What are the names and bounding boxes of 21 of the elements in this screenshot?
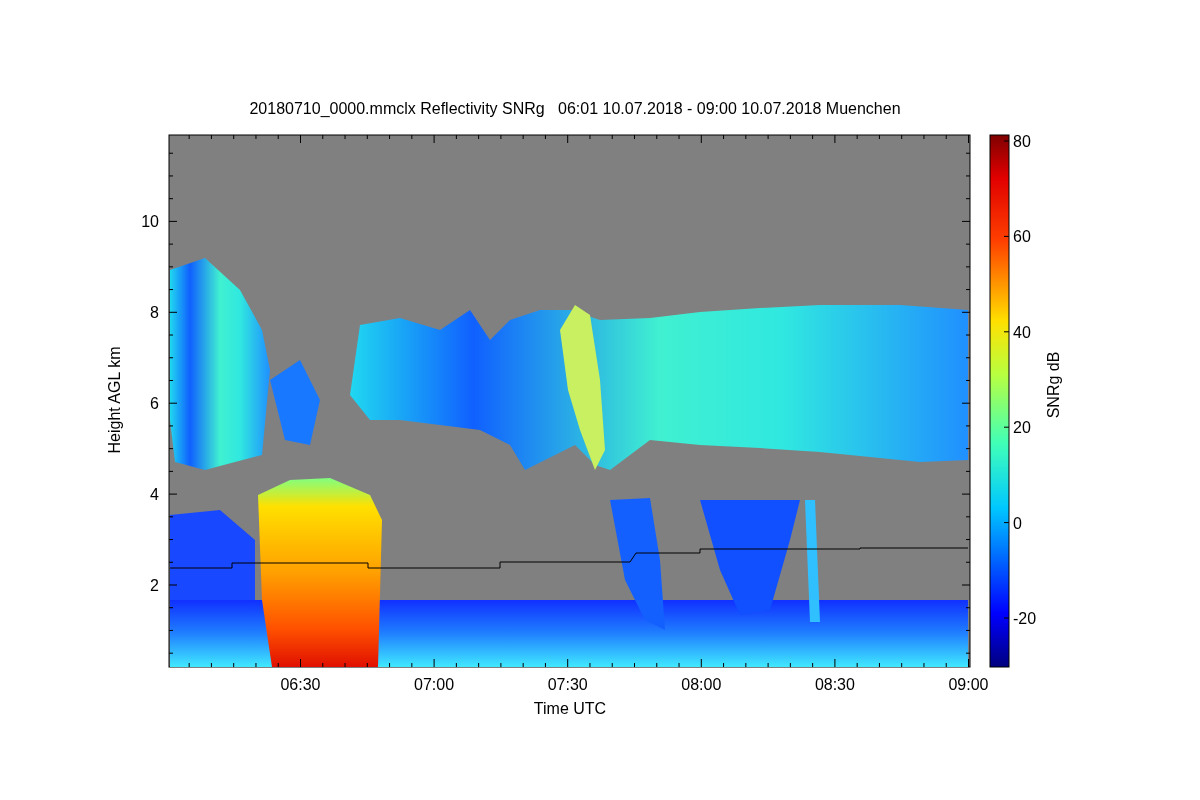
x-tick-label: 07:30 — [547, 676, 588, 693]
chart-title: 20180710_0000.mmclx Reflectivity SNRg 06:01 10.07.2018 - 09:00 10.07.2018 Muenchen — [249, 100, 901, 117]
colorbar-label: SNRg dB — [1045, 351, 1062, 419]
colorbar-tick-label: 40 — [1013, 323, 1031, 341]
y-tick-label: 8 — [150, 304, 159, 322]
colorbar-tick-label: 20 — [1013, 419, 1031, 437]
colorbar-tick-label: 80 — [1013, 133, 1031, 150]
colorbar-tick-label: -20 — [1013, 610, 1037, 627]
x-tick-label: 06:30 — [280, 676, 321, 693]
y-axis-label: Height AGL km — [106, 346, 123, 454]
y-tick-label: 4 — [150, 486, 159, 504]
x-tick-label: 08:00 — [681, 676, 722, 693]
colorbar-tick-label: 0 — [1013, 514, 1022, 532]
y-tick-label: 6 — [150, 395, 159, 413]
x-axis-label: Time UTC — [533, 700, 607, 717]
x-tick-label: 09:00 — [948, 676, 989, 693]
colorbar-tick-label: 60 — [1013, 228, 1031, 246]
x-tick-label: 07:00 — [414, 676, 455, 693]
y-tick-label: 10 — [141, 213, 159, 231]
y-tick-label: 2 — [150, 577, 159, 594]
x-tick-label: 08:30 — [814, 676, 855, 693]
